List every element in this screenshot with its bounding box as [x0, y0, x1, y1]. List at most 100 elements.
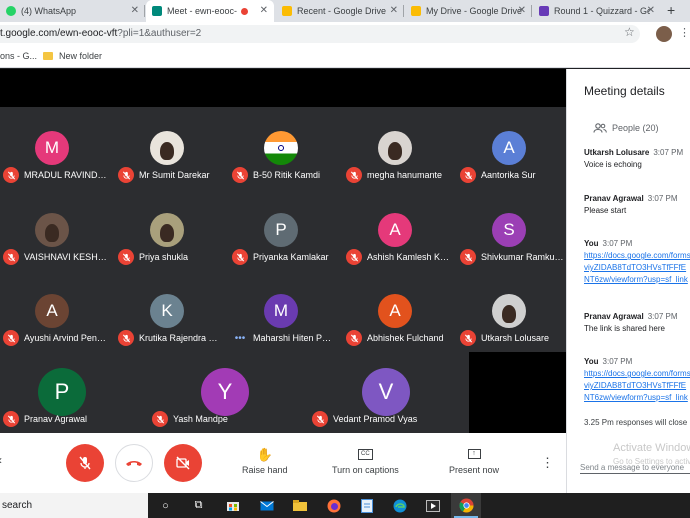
more-options-icon[interactable]: ⋮ [541, 455, 554, 471]
mic-toggle-button[interactable] [66, 444, 104, 482]
participant-name: Yash Mandpe [152, 410, 302, 428]
task-view-icon[interactable]: ⧉ [191, 498, 206, 513]
leave-call-button[interactable] [115, 444, 153, 482]
participant-name: VAISHNAVI KESHAV [3, 248, 107, 266]
tab-title: Recent - Google Drive [297, 6, 387, 16]
avatar[interactable] [656, 26, 672, 42]
stage-top-band [0, 69, 566, 107]
hangup-icon [126, 461, 142, 466]
message-sender: Pranav Agrawal [584, 194, 644, 203]
message-sender: Utkarsh Lolusare [584, 148, 650, 157]
mail-icon[interactable] [259, 498, 274, 513]
avatar: A [378, 294, 412, 328]
avatar [150, 213, 184, 247]
chevron-left-icon[interactable]: ‹ [0, 453, 2, 467]
file-explorer-icon[interactable] [292, 498, 307, 513]
mic-muted-icon [152, 411, 168, 427]
tab-whatsapp[interactable]: (4) WhatsApp ✕ [0, 0, 145, 22]
edge-icon[interactable] [392, 498, 407, 513]
notepad-icon[interactable] [359, 498, 374, 513]
store-icon[interactable] [225, 498, 240, 513]
whatsapp-icon [6, 6, 16, 16]
message-sender: You [584, 357, 599, 366]
people-count: People (20) [612, 123, 659, 133]
participant-name: Ashish Kamlesh Kumar [346, 248, 450, 266]
raise-hand-label: Raise hand [242, 465, 288, 475]
close-icon[interactable]: ✕ [390, 5, 398, 16]
message-link[interactable]: NT6zw/viewform?usp=sf_link [584, 275, 690, 284]
mic-muted-icon [118, 330, 134, 346]
message-link[interactable]: https://docs.google.com/forms/d/e/1FAIpQ… [584, 251, 690, 260]
address-bar[interactable]: t.google.com/ewn-eooc-vft?pli=1&authuser… [0, 25, 640, 43]
tab-recent-drive[interactable]: Recent - Google Drive ✕ [276, 0, 404, 22]
avatar: M [35, 131, 69, 165]
mic-muted-icon [232, 167, 248, 183]
close-icon[interactable]: ✕ [647, 5, 655, 16]
mic-muted-icon [346, 167, 362, 183]
participant-name: Ayushi Arvind Pendse [3, 329, 107, 347]
firefox-icon[interactable] [326, 498, 341, 513]
chat-message: Utkarsh Lolusare 3:07 PM Voice is echoing [584, 148, 690, 169]
forms-icon [539, 6, 549, 16]
participant-name: Abhishek Fulchand [346, 329, 450, 347]
avatar: P [38, 368, 86, 416]
bookmark-item[interactable]: ons - G... [0, 51, 37, 61]
new-tab-button[interactable]: + [667, 2, 675, 18]
meet-icon [152, 6, 162, 16]
present-button[interactable]: ↑ Present now [449, 445, 499, 475]
participant-name: Priya shukla [118, 248, 222, 266]
participant-name-text: megha hanumante [367, 170, 443, 180]
bookmark-star-icon[interactable]: ☆ [624, 25, 635, 39]
people-tab[interactable]: People (20) [593, 123, 659, 133]
close-icon[interactable]: ✕ [518, 5, 526, 16]
chat-message: Pranav Agrawal 3:07 PM Please start [584, 194, 690, 215]
participant-name-text: Maharshi Hiten Patel [253, 333, 336, 343]
camera-off-icon [176, 456, 190, 470]
avatar [492, 294, 526, 328]
call-controls-bar: ‹ ✋ Raise hand CC Turn on [0, 433, 566, 493]
participant-name: MRADUL RAVINDRA [3, 166, 107, 184]
chrome-taskbar-button[interactable] [451, 493, 481, 518]
message-link[interactable]: NT6zw/viewform?usp=sf_link [584, 393, 690, 402]
speaking-indicator-icon: ••• [234, 332, 246, 344]
cortana-icon[interactable]: ○ [158, 498, 173, 513]
taskbar-search[interactable]: search [0, 493, 148, 518]
captions-button[interactable]: CC Turn on captions [332, 445, 399, 475]
raise-hand-button[interactable]: ✋ Raise hand [242, 445, 288, 475]
tab-divider [144, 5, 145, 17]
participant-name: Priyanka Kamlakar [232, 248, 336, 266]
browser-menu-icon[interactable]: ⋮ [679, 26, 690, 39]
close-icon[interactable]: ✕ [260, 5, 268, 16]
bookmark-folder[interactable]: New folder [43, 51, 102, 61]
close-icon[interactable]: ✕ [131, 5, 139, 16]
participant-name: B-50 Ritik Kamdi [232, 166, 336, 184]
message-sender: Pranav Agrawal [584, 312, 644, 321]
participant-name-text: Yash Mandpe [173, 414, 228, 424]
message-text: The link is shared here [584, 324, 665, 333]
message-link[interactable]: viyZIDAB8TdTO3HVsTfFFfE [584, 263, 690, 272]
message-time: 3:07 PM [602, 239, 633, 248]
activate-windows-title: Activate Windows [613, 442, 690, 454]
mic-muted-icon [346, 249, 362, 265]
media-icon[interactable] [425, 498, 440, 513]
participant-name: Shivkumar Ramkumar [460, 248, 564, 266]
avatar: A [492, 131, 526, 165]
participant-name: Mr Sumit Darekar [118, 166, 222, 184]
screen: (4) WhatsApp ✕ Meet - ewn-eooc-vft ✕ Rec… [0, 0, 690, 518]
participant-name: Pranav Agrawal [3, 410, 153, 428]
taskbar-search-label: search [2, 500, 33, 511]
mic-muted-icon [118, 167, 134, 183]
tab-forms-quizzard[interactable]: Round 1 - Quizzard - Google Forms ✕ [533, 0, 661, 22]
avatar: A [35, 294, 69, 328]
message-link[interactable]: viyZIDAB8TdTO3HVsTfFFfE [584, 381, 690, 390]
windows-taskbar: search ○ ⧉ [0, 493, 690, 518]
message-link[interactable]: https://docs.google.com/forms/d/e/1FAIpQ… [584, 369, 690, 378]
meeting-details-panel: Meeting details People (20) Utkarsh Lolu… [566, 69, 690, 493]
participant-name: Utkarsh Lolusare [460, 329, 564, 347]
tab-meet[interactable]: Meet - ewn-eooc-vft ✕ [146, 0, 274, 22]
present-label: Present now [449, 465, 500, 475]
tab-my-drive[interactable]: My Drive - Google Drive ✕ [405, 0, 532, 22]
mic-muted-icon [232, 249, 248, 265]
chat-input[interactable]: Send a message to everyone [580, 463, 690, 474]
camera-toggle-button[interactable] [164, 444, 202, 482]
